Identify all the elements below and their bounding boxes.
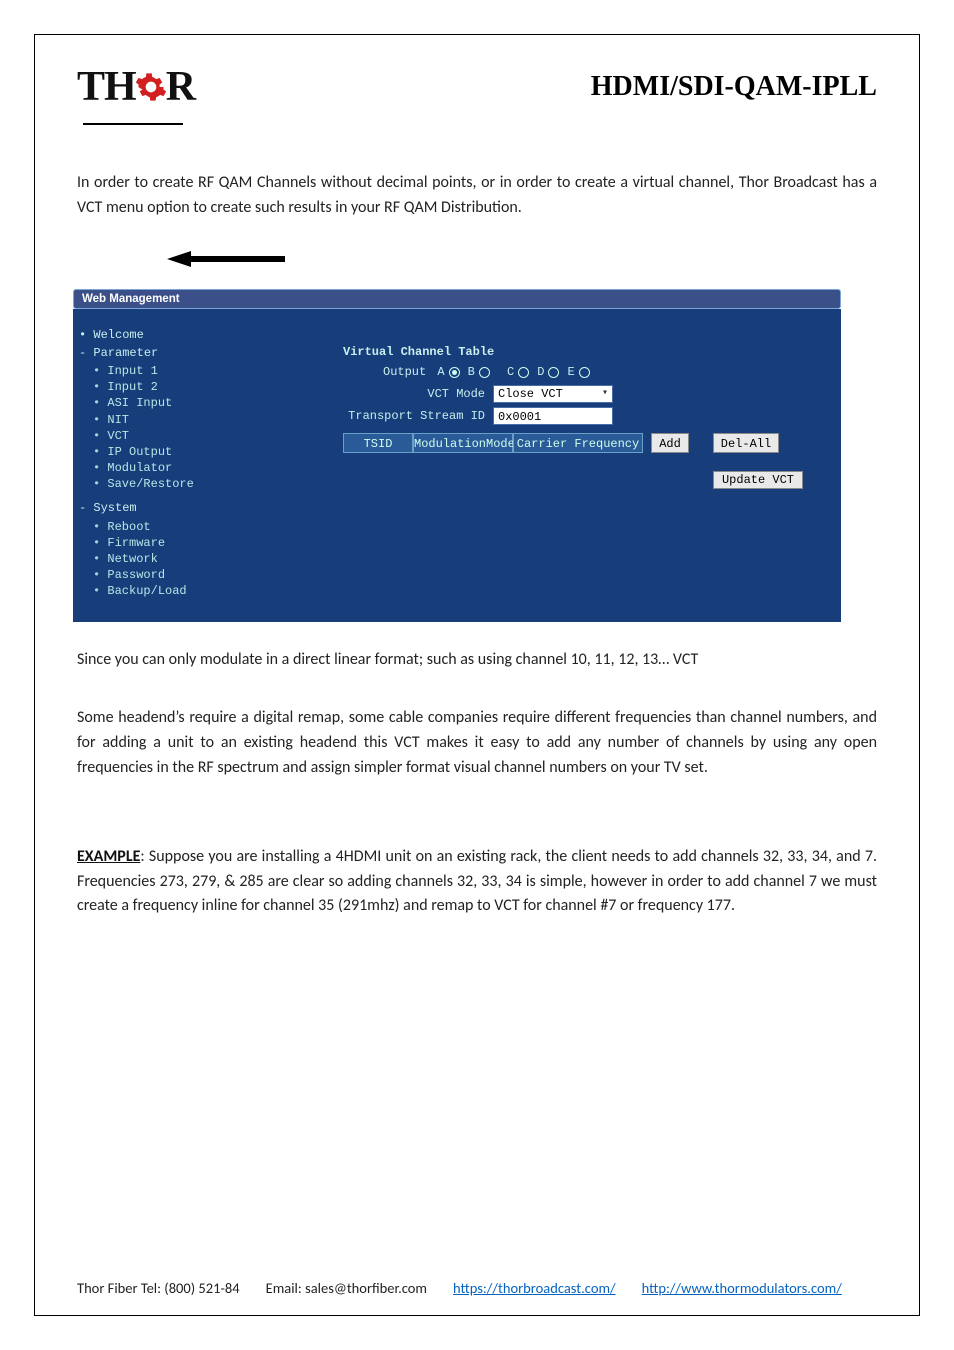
paragraph-linear: Since you can only modulate in a direct …	[77, 648, 877, 673]
sidebar-item-vct[interactable]: VCT	[93, 428, 205, 444]
logo-text-right: R	[166, 63, 195, 111]
sidebar-list-system: Reboot Firmware Network Password Backup/…	[79, 519, 205, 600]
webui-body: Welcome Parameter Input 1 Input 2 ASI In…	[73, 309, 841, 622]
sidebar-item-password[interactable]: Password	[93, 567, 205, 583]
radio-output-d[interactable]	[548, 367, 559, 378]
footer-email: Email: sales@thorfiber.com	[266, 1279, 427, 1297]
sidebar-item-asi-input[interactable]: ASI Input	[93, 395, 205, 411]
example-text: : Suppose you are installing a 4HDMI uni…	[77, 847, 877, 916]
tsid-row: Transport Stream ID 0x0001	[343, 407, 803, 425]
footer-link-broadcast[interactable]: https://thorbroadcast.com/	[453, 1279, 616, 1297]
sidebar-item-ip-output[interactable]: IP Output	[93, 444, 205, 460]
output-opt-e: E	[567, 365, 574, 379]
page-footer: Thor Fiber Tel: (800) 521-84 Email: sale…	[77, 1279, 877, 1297]
page-header: TH R HDMI/SDI-QAM-IPLL	[77, 63, 877, 111]
output-opt-c: C	[507, 365, 514, 379]
add-button[interactable]: Add	[651, 433, 689, 453]
webui-title: Web Management	[82, 293, 180, 305]
intro-paragraph: In order to create RF QAM Channels witho…	[77, 171, 877, 221]
example-label: EXAMPLE	[77, 847, 140, 866]
brand-logo: TH R	[77, 63, 195, 111]
sidebar-item-input2[interactable]: Input 2	[93, 379, 205, 395]
sidebar-item-welcome[interactable]: Welcome	[79, 327, 205, 343]
tsid-label: Transport Stream ID	[343, 409, 493, 423]
webui-main: Virtual Channel Table Output A B C D E V…	[213, 309, 841, 622]
paragraph-headend: Some headend’s require a digital remap, …	[77, 706, 877, 780]
footer-tel: Thor Fiber Tel: (800) 521-84	[77, 1279, 240, 1297]
vct-table-header: TSID ModulationMode Carrier Frequency Ad…	[343, 433, 803, 453]
col-carrier-freq: Carrier Frequency	[513, 433, 643, 453]
sidebar-item-save-restore[interactable]: Save/Restore	[93, 476, 205, 492]
tsid-input[interactable]: 0x0001	[493, 407, 613, 425]
sidebar-item-input1[interactable]: Input 1	[93, 363, 205, 379]
sidebar-item-firmware[interactable]: Firmware	[93, 535, 205, 551]
sidebar-item-modulator[interactable]: Modulator	[93, 460, 205, 476]
col-tsid: TSID	[343, 433, 413, 453]
col-modulation: ModulationMode	[413, 433, 513, 453]
footer-link-modulators[interactable]: http://www.thormodulators.com/	[642, 1279, 842, 1297]
del-all-button[interactable]: Del-All	[713, 433, 779, 453]
page-title: HDMI/SDI-QAM-IPLL	[591, 71, 877, 103]
radio-output-c[interactable]	[518, 367, 529, 378]
paragraph-example: EXAMPLE: Suppose you are installing a 4H…	[77, 845, 877, 919]
sidebar-list-parameter: Input 1 Input 2 ASI Input NIT VCT IP Out…	[79, 363, 205, 493]
logo-text-left: TH	[77, 63, 136, 111]
update-row: Update VCT	[343, 471, 803, 489]
vct-mode-row: VCT Mode Close VCT ▾	[343, 385, 803, 403]
radio-output-a[interactable]	[449, 367, 460, 378]
webui-sidebar: Welcome Parameter Input 1 Input 2 ASI In…	[73, 309, 213, 622]
header-rule	[83, 123, 183, 125]
panel-title: Virtual Channel Table	[343, 345, 803, 359]
radio-output-e[interactable]	[579, 367, 590, 378]
gear-icon	[134, 70, 168, 104]
chevron-down-icon: ▾	[602, 385, 608, 403]
radio-output-b[interactable]	[479, 367, 490, 378]
output-select-row: Output A B C D E	[383, 365, 803, 379]
webui-screenshot: Web Management Welcome Parameter Input 1…	[73, 289, 841, 622]
annotation-arrow-icon	[167, 251, 287, 275]
sidebar-item-reboot[interactable]: Reboot	[93, 519, 205, 535]
sidebar-item-backup-load[interactable]: Backup/Load	[93, 583, 205, 599]
sidebar-item-network[interactable]: Network	[93, 551, 205, 567]
sidebar-group-system[interactable]: System	[79, 500, 205, 516]
webui-titlebar: Web Management	[73, 289, 841, 309]
vct-mode-value: Close VCT	[498, 385, 563, 403]
vct-mode-label: VCT Mode	[343, 387, 493, 401]
update-vct-button[interactable]: Update VCT	[713, 471, 803, 489]
output-opt-b: B	[468, 365, 475, 379]
page-frame: TH R HDMI/SDI-QAM-IPLL In order to creat…	[34, 34, 920, 1316]
output-opt-d: D	[537, 365, 544, 379]
vct-mode-select[interactable]: Close VCT ▾	[493, 385, 613, 403]
sidebar-item-nit[interactable]: NIT	[93, 412, 205, 428]
output-opt-a: A	[437, 365, 444, 379]
output-label: Output	[383, 365, 426, 379]
sidebar-group-parameter[interactable]: Parameter	[79, 345, 205, 361]
